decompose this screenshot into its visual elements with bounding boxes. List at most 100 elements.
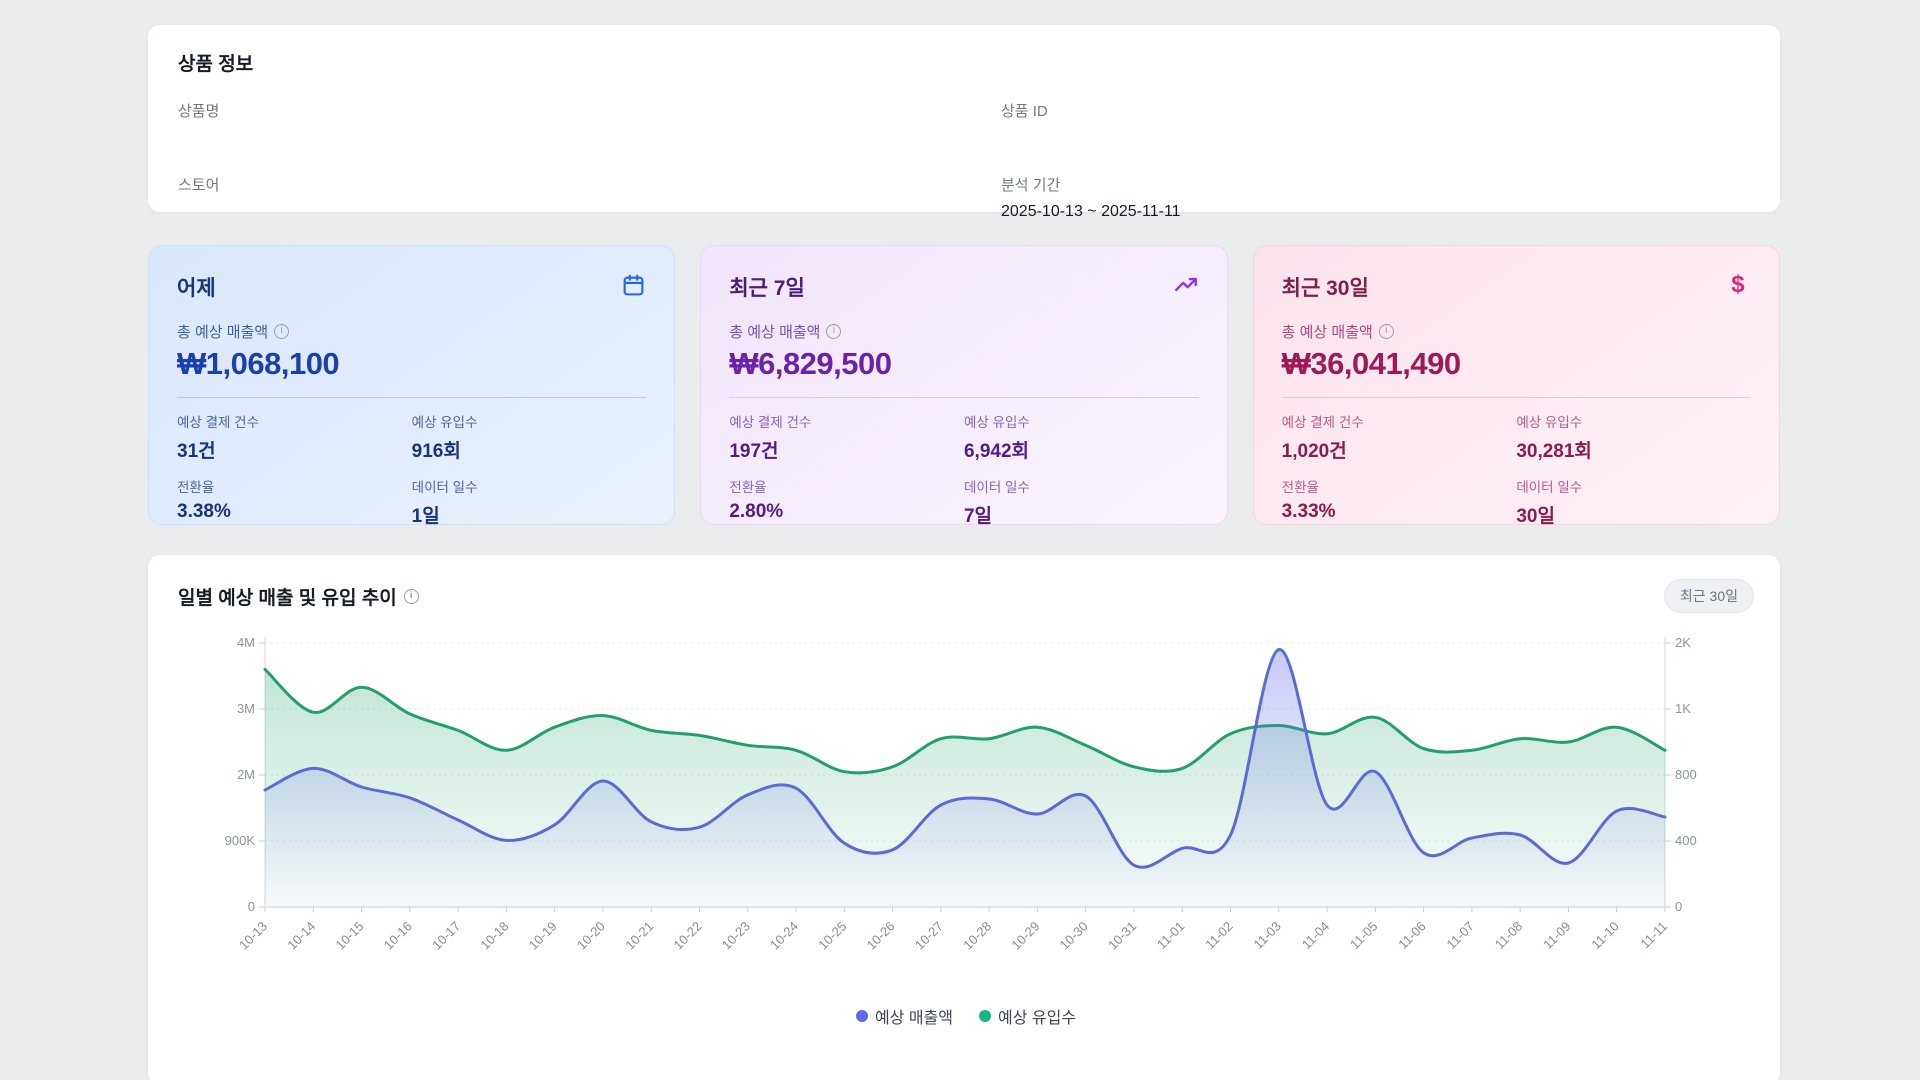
svg-text:10-28: 10-28 (960, 919, 994, 953)
trend-chart-panel: 일별 예상 매출 및 유입 추이 i 최근 30일 0 900K 2M 3M 4M 0 40… (148, 555, 1780, 1080)
card-yesterday: 어제 총 예상 매출액 i ₩1,068,100 예상 결제 건 (148, 245, 675, 525)
svg-text:11-04: 11-04 (1299, 919, 1332, 952)
svg-text:11-03: 11-03 (1250, 919, 1283, 952)
svg-text:10-26: 10-26 (864, 919, 898, 953)
stat-days: 데이터 일수 30일 (1516, 476, 1751, 528)
svg-text:10-22: 10-22 (670, 919, 704, 953)
divider (177, 397, 646, 398)
total-revenue-value: ₩36,041,490 (1282, 346, 1751, 382)
stat-payments: 예상 결제 건수 1,020건 (1282, 411, 1517, 463)
range-badge: 최근 30일 (1664, 579, 1754, 613)
svg-text:10-13: 10-13 (236, 919, 270, 953)
stat-inflow: 예상 유입수 30,281회 (1516, 411, 1751, 463)
field-store: 스토어 (178, 174, 1001, 222)
svg-text:10-21: 10-21 (622, 919, 656, 953)
svg-text:0: 0 (1675, 899, 1682, 914)
svg-text:11-07: 11-07 (1444, 919, 1477, 952)
field-value: 2025-10-13 ~ 2025-11-11 (1001, 203, 1750, 222)
svg-text:10-19: 10-19 (526, 919, 560, 953)
trend-chart[interactable]: 0 900K 2M 3M 4M 0 400 800 1K 2K 10-13 10-14 10-15 10-… (185, 621, 1754, 978)
total-revenue-label: 총 예상 매출액 (177, 321, 268, 342)
svg-text:11-11: 11-11 (1637, 919, 1670, 952)
svg-text:10-15: 10-15 (333, 919, 367, 953)
trending-up-icon (1173, 272, 1199, 298)
divider (1282, 397, 1751, 398)
calendar-icon (620, 272, 646, 298)
svg-text:1K: 1K (1675, 701, 1691, 716)
svg-text:800: 800 (1675, 767, 1697, 782)
card-title: 최근 7일 (729, 272, 804, 302)
stat-conversion: 전환율 2.80% (729, 476, 964, 528)
main-content: 상품 정보 상품명 상품 ID 스토어 분석 기간 2025-10-13 ~ 2… (148, 0, 1780, 1080)
svg-text:3M: 3M (237, 701, 255, 716)
divider (729, 397, 1198, 398)
svg-text:10-30: 10-30 (1057, 919, 1091, 953)
line-chart-svg: 0 900K 2M 3M 4M 0 400 800 1K 2K 10-13 10-14 10-15 10-… (185, 621, 1705, 973)
card-last-7-days: 최근 7일 총 예상 매출액 i ₩6,829,500 예상 결제 건수 197… (700, 245, 1227, 525)
total-revenue-label: 총 예상 매출액 (729, 321, 820, 342)
chart-title: 일별 예상 매출 및 유입 추이 (178, 583, 397, 610)
svg-text:11-05: 11-05 (1347, 919, 1380, 952)
svg-text:10-24: 10-24 (767, 919, 801, 953)
info-icon[interactable]: i (274, 324, 289, 339)
legend-item-revenue[interactable]: 예상 매출액 (856, 1004, 953, 1028)
svg-text:10-17: 10-17 (429, 919, 463, 953)
dollar-icon: $ (1725, 272, 1751, 298)
total-revenue-value: ₩1,068,100 (177, 346, 646, 382)
legend-item-inflow[interactable]: 예상 유입수 (979, 1004, 1076, 1028)
total-revenue-value: ₩6,829,500 (729, 346, 1198, 382)
product-info-title: 상품 정보 (178, 49, 1750, 76)
svg-text:10-25: 10-25 (815, 919, 849, 953)
stat-conversion: 전환율 3.33% (1282, 476, 1517, 528)
card-title: 어제 (177, 272, 216, 302)
stat-days: 데이터 일수 7일 (964, 476, 1199, 528)
svg-text:11-01: 11-01 (1154, 919, 1187, 952)
svg-text:11-08: 11-08 (1492, 919, 1525, 952)
svg-text:11-06: 11-06 (1395, 919, 1428, 952)
svg-text:900K: 900K (225, 833, 256, 848)
field-product-name: 상품명 (178, 100, 1001, 148)
field-value (178, 129, 1001, 148)
svg-text:11-02: 11-02 (1202, 919, 1235, 952)
svg-text:10-29: 10-29 (1008, 919, 1042, 953)
info-icon[interactable]: i (826, 324, 841, 339)
field-label: 상품 ID (1001, 100, 1750, 121)
svg-text:0: 0 (248, 899, 255, 914)
info-icon[interactable]: i (1379, 324, 1394, 339)
chart-legend: 예상 매출액 예상 유입수 (178, 1004, 1754, 1028)
svg-text:2M: 2M (237, 767, 255, 782)
svg-text:10-14: 10-14 (284, 919, 318, 953)
field-value (178, 203, 1001, 222)
svg-text:11-09: 11-09 (1540, 919, 1573, 952)
svg-text:400: 400 (1675, 833, 1697, 848)
svg-text:10-31: 10-31 (1105, 919, 1139, 953)
stat-payments: 예상 결제 건수 31건 (177, 411, 412, 463)
svg-text:2K: 2K (1675, 635, 1691, 650)
product-info-grid: 상품명 상품 ID 스토어 분석 기간 2025-10-13 ~ 2025-11… (178, 100, 1750, 222)
summary-cards-row: 어제 총 예상 매출액 i ₩1,068,100 예상 결제 건 (148, 245, 1780, 525)
card-last-30-days: 최근 30일 $ 총 예상 매출액 i ₩36,041,490 예상 결제 건수… (1253, 245, 1780, 525)
field-label: 분석 기간 (1001, 174, 1750, 195)
card-title: 최근 30일 (1282, 272, 1369, 302)
field-analysis-period: 분석 기간 2025-10-13 ~ 2025-11-11 (1001, 174, 1750, 222)
info-icon[interactable]: i (404, 589, 419, 604)
stat-payments: 예상 결제 건수 197건 (729, 411, 964, 463)
field-label: 상품명 (178, 100, 1001, 121)
svg-text:10-27: 10-27 (912, 919, 946, 953)
field-product-id: 상품 ID (1001, 100, 1750, 148)
svg-text:10-20: 10-20 (574, 919, 608, 953)
svg-text:4M: 4M (237, 635, 255, 650)
legend-dot-revenue (856, 1010, 868, 1022)
field-value (1001, 129, 1750, 148)
legend-dot-inflow (979, 1010, 991, 1022)
stat-inflow: 예상 유입수 6,942회 (964, 411, 1199, 463)
svg-text:10-23: 10-23 (719, 919, 753, 953)
product-info-panel: 상품 정보 상품명 상품 ID 스토어 분석 기간 2025-10-13 ~ 2… (148, 25, 1780, 212)
svg-text:10-18: 10-18 (477, 919, 511, 953)
stat-conversion: 전환율 3.38% (177, 476, 412, 528)
svg-text:10-16: 10-16 (381, 919, 415, 953)
total-revenue-label: 총 예상 매출액 (1282, 321, 1373, 342)
field-label: 스토어 (178, 174, 1001, 195)
stat-days: 데이터 일수 1일 (412, 476, 647, 528)
stat-inflow: 예상 유입수 916회 (412, 411, 647, 463)
